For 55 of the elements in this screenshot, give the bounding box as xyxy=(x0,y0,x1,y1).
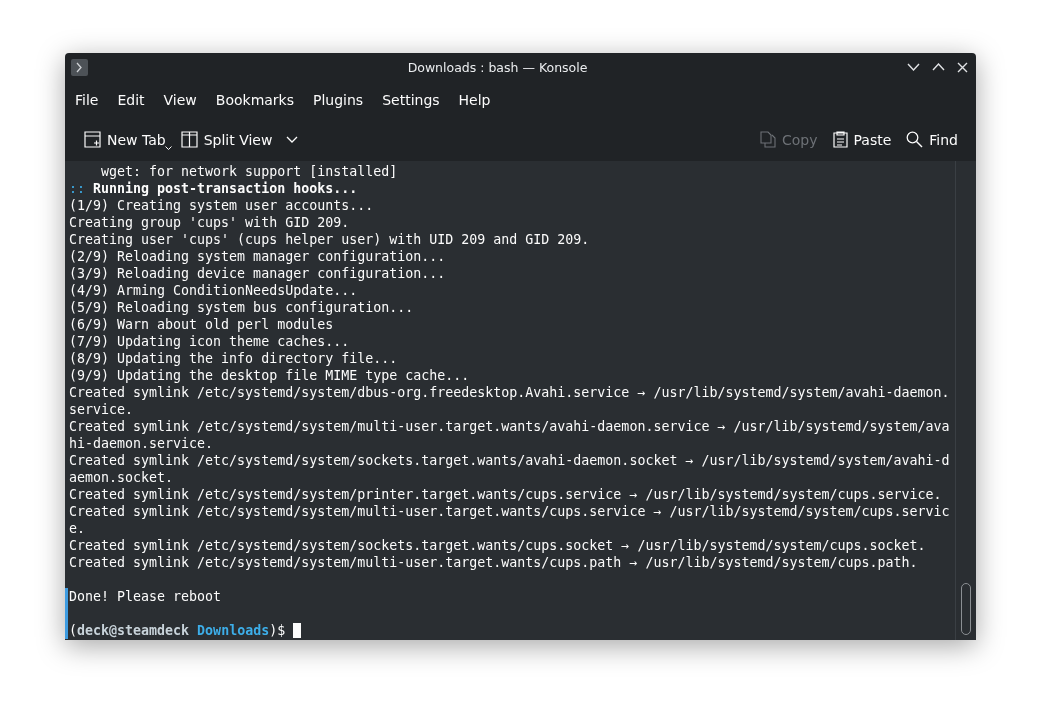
terminal-line: (4/9) Arming ConditionNeedsUpdate... xyxy=(69,283,358,298)
search-icon xyxy=(906,131,924,148)
terminal-line: Done! Please reboot xyxy=(69,589,222,604)
terminal-line: wget: for network support [installed] xyxy=(100,164,398,179)
split-view-icon xyxy=(180,131,198,148)
terminal-line: (3/9) Reloading device manager configuration... xyxy=(69,266,446,281)
prompt-symbol: )$ xyxy=(269,623,286,638)
split-view-button[interactable]: Split View xyxy=(177,127,307,152)
terminal-line: (9/9) Updating the desktop file MIME type cache... xyxy=(69,368,470,383)
prompt-paren: ( xyxy=(69,623,77,638)
terminal-line: (8/9) Updating the info directory file... xyxy=(69,351,398,366)
menu-item[interactable]: File xyxy=(75,91,108,108)
terminal-line: Created symlink /etc/systemd/system/multi-user.target.wants/cups.service → /usr/lib/systemd/system/cups.servic xyxy=(69,504,950,519)
copy-icon xyxy=(760,131,776,148)
paste-button[interactable]: Paste xyxy=(829,127,900,152)
prompt-directory: Downloads xyxy=(197,623,270,638)
terminal-line: (6/9) Warn about old perl modules xyxy=(69,317,334,332)
new-tab-icon xyxy=(84,131,101,148)
terminal-line: (7/9) Updating icon theme caches... xyxy=(69,334,350,349)
menu-item[interactable]: Edit xyxy=(117,91,154,108)
caret-icon xyxy=(286,136,299,143)
caret-icon xyxy=(164,146,172,150)
terminal-line: (2/9) Reloading system manager configuration... xyxy=(69,249,446,264)
menu-item[interactable]: Help xyxy=(458,91,500,108)
terminal-area[interactable] xyxy=(65,161,976,640)
minimize-icon[interactable] xyxy=(907,63,920,71)
terminal-line: Created symlink /etc/systemd/system/sockets.target.wants/avahi-daemon.socket → /usr/lib/systemd/system/avahi-d xyxy=(69,453,950,468)
find-button[interactable]: Find xyxy=(903,127,966,152)
maximize-icon[interactable] xyxy=(932,63,945,71)
clipboard-icon xyxy=(832,131,848,148)
terminal-line: hi-daemon.service. xyxy=(69,436,214,451)
close-icon[interactable] xyxy=(957,61,968,73)
terminal-line: Running post-transaction hooks... xyxy=(93,181,358,196)
terminal-line: Created symlink /etc/systemd/system/sockets.target.wants/cups.socket → /usr/lib/systemd/system/cups.socket. xyxy=(69,538,926,553)
terminal-line: (5/9) Reloading system bus configuration... xyxy=(69,300,414,315)
terminal-line: Creating user 'cups' (cups helper user) with UID 209 and GID 209. xyxy=(69,232,590,247)
text-cursor xyxy=(293,623,302,638)
terminal-line: Creating group 'cups' with GID 209. xyxy=(69,215,350,230)
terminal-line: Created symlink /etc/systemd/system/multi-user.target.wants/cups.path → /usr/lib/systemd/system/cups.path. xyxy=(69,555,918,570)
terminal-line: service. xyxy=(69,402,134,417)
menu-item[interactable]: Settings xyxy=(382,91,449,108)
terminal-line: Created symlink /etc/systemd/system/dbus-org.freedesktop.Avahi.service → /usr/lib/systemd/system/avahi-daemon. xyxy=(69,385,950,400)
new-tab-button[interactable]: New Tab xyxy=(81,127,174,152)
prompt-user-host: deck@steamdeck xyxy=(77,623,190,638)
window-title: Downloads : bash — Konsole xyxy=(406,59,589,75)
hook-marker: :: xyxy=(69,181,85,196)
menu-item[interactable]: View xyxy=(163,91,206,108)
terminal-line: (1/9) Creating system user accounts... xyxy=(69,198,374,213)
menu-item[interactable]: Bookmarks xyxy=(215,91,303,108)
menu-item[interactable]: Plugins xyxy=(313,91,373,108)
terminal-icon[interactable] xyxy=(71,58,88,76)
terminal-line: Created symlink /etc/systemd/system/printer.target.wants/cups.service → /usr/lib/systemd/system/cups.service. xyxy=(69,487,942,502)
terminal-line: e. xyxy=(69,521,85,536)
terminal-line: Created symlink /etc/systemd/system/multi-user.target.wants/avahi-daemon.service → /usr/lib/systemd/system/ava xyxy=(69,419,950,434)
terminal-line: aemon.socket. xyxy=(69,470,174,485)
